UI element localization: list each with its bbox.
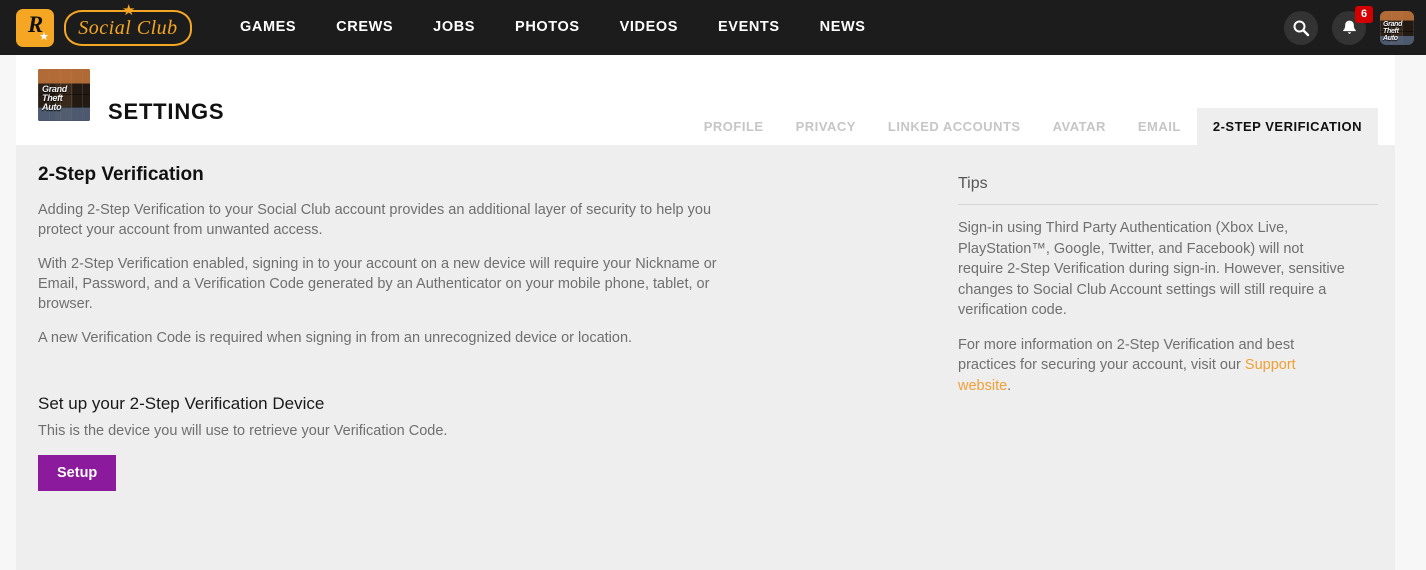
top-navigation-bar: R ★ ★ Social Club GAMES CREWS JOBS PHOTO… xyxy=(0,0,1426,55)
section-heading: 2-Step Verification xyxy=(38,164,204,185)
settings-content-area: 2-Step Verification Adding 2-Step Verifi… xyxy=(16,145,1395,570)
tab-email[interactable]: EMAIL xyxy=(1122,108,1197,145)
notifications-button[interactable]: 6 xyxy=(1332,5,1373,45)
social-club-wordmark[interactable]: ★ Social Club xyxy=(64,3,192,46)
nav-link-photos[interactable]: PHOTOS xyxy=(495,0,600,55)
tab-avatar[interactable]: AVATAR xyxy=(1037,108,1122,145)
tips-divider xyxy=(958,204,1378,205)
intro-paragraph-2: With 2-Step Verification enabled, signin… xyxy=(38,256,717,312)
setup-heading: Set up your 2-Step Verification Device xyxy=(38,394,325,413)
search-icon xyxy=(1293,20,1310,36)
nav-link-games[interactable]: GAMES xyxy=(220,0,316,55)
tab-privacy[interactable]: PRIVACY xyxy=(780,108,872,145)
tab-2-step-verification[interactable]: 2-STEP VERIFICATION xyxy=(1196,108,1378,145)
tips-paragraph-2-prefix: For more information on 2-Step Verificat… xyxy=(958,336,1295,374)
nav-link-videos[interactable]: VIDEOS xyxy=(600,0,698,55)
nav-link-news[interactable]: NEWS xyxy=(800,0,886,55)
primary-nav-links: GAMES CREWS JOBS PHOTOS VIDEOS EVENTS NE… xyxy=(220,0,886,55)
setup-subtext: This is the device you will use to retri… xyxy=(38,423,448,439)
nav-link-crews[interactable]: CREWS xyxy=(316,0,413,55)
social-club-wordmark-text: Social Club xyxy=(78,16,178,39)
tab-linked-accounts[interactable]: LINKED ACCOUNTS xyxy=(872,108,1037,145)
social-club-star-icon: ★ xyxy=(122,1,136,19)
tab-profile[interactable]: PROFILE xyxy=(688,108,780,145)
brand-logo-group[interactable]: R ★ ★ Social Club xyxy=(16,3,192,47)
setup-button[interactable]: Setup xyxy=(38,455,117,491)
tips-paragraph-1: Sign-in using Third Party Authentication… xyxy=(958,220,1345,318)
settings-profile-avatar[interactable]: Grand Theft Auto xyxy=(38,69,90,121)
nav-link-jobs[interactable]: JOBS xyxy=(413,0,495,55)
tips-paragraph-2-suffix: . xyxy=(1007,377,1012,394)
top-nav-actions: 6 Grand Theft Auto xyxy=(1284,0,1414,55)
page-title: SETTINGS xyxy=(108,99,225,124)
avatar-art-label: Grand Theft Auto xyxy=(1383,21,1403,43)
rockstar-star-icon: ★ xyxy=(39,30,49,43)
main-content-column: 2-Step Verification Adding 2-Step Verifi… xyxy=(38,164,738,491)
tips-sidebar: Tips Sign-in using Third Party Authentic… xyxy=(958,175,1378,410)
settings-avatar-art-label: Grand Theft Auto xyxy=(42,83,68,112)
tips-heading: Tips xyxy=(958,175,988,192)
rockstar-logo-icon[interactable]: R ★ xyxy=(16,8,54,47)
settings-header: Grand Theft Auto SETTINGS PROFILE PRIVACY … xyxy=(16,55,1395,145)
setup-device-block: Set up your 2-Step Verification Device T… xyxy=(38,394,738,491)
user-avatar[interactable]: Grand Theft Auto xyxy=(1380,10,1414,45)
notification-count-badge: 6 xyxy=(1355,5,1373,23)
settings-page-panel: Grand Theft Auto SETTINGS PROFILE PRIVACY … xyxy=(16,55,1395,570)
search-button[interactable] xyxy=(1284,10,1318,45)
intro-paragraph-1: Adding 2-Step Verification to your Socia… xyxy=(38,202,712,238)
intro-paragraph-3: A new Verification Code is required when… xyxy=(38,330,633,346)
tips-paragraph-2: For more information on 2-Step Verificat… xyxy=(958,335,1348,397)
settings-tabs: PROFILE PRIVACY LINKED ACCOUNTS AVATAR E… xyxy=(688,108,1395,145)
nav-link-events[interactable]: EVENTS xyxy=(698,0,800,55)
